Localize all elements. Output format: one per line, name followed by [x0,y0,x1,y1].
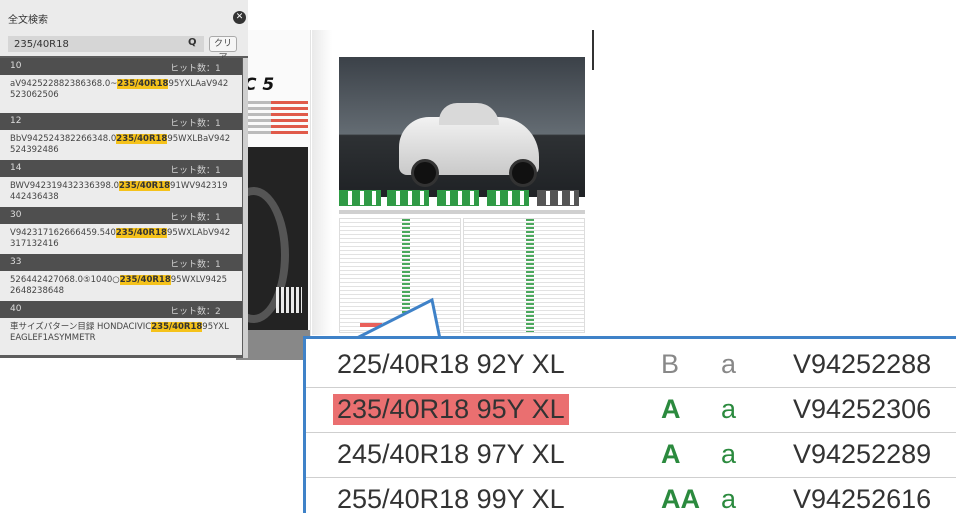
zoom-row: 225/40R18 92Y XL B a V94252288 [306,343,956,388]
result-page: 30 [10,210,22,220]
size-table-right [463,218,585,333]
result-item[interactable]: 10 ヒット数：1 aV942522882386368.0~235/40R189… [0,58,242,113]
tire-size: 255/40R18 99Y XL [337,484,565,513]
result-header: 10 ヒット数：1 [0,58,242,75]
result-header: 14 ヒット数：1 [0,160,242,177]
table-highlight [360,323,382,327]
tire-size: 245/40R18 97Y XL [337,439,565,469]
product-code: V94252288 [793,349,932,379]
result-page: 10 [10,61,22,71]
result-item[interactable]: 30 ヒット数：1 V942317162666459.540235/40R189… [0,207,242,254]
zoom-row: 255/40R18 99Y XL AA a V94252616 [306,478,956,513]
tire-size: 235/40R18 95Y XL [333,394,569,425]
result-snippet: aV942522882386368.0~235/40R1895YXLAaV942… [0,75,242,113]
result-snippet: 車サイズパターン目録 HONDACIVIC235/40R1895YXLEAGLE… [0,318,242,355]
caption-line [339,210,585,214]
car-photo [339,57,585,197]
zoom-row-highlighted: 235/40R18 95Y XL A a V94252306 [306,388,956,433]
label-badges [339,190,585,206]
wet-grip-grade: a [721,349,737,379]
result-header: 30 ヒット数：1 [0,207,242,224]
page-gutter [312,30,332,335]
zoom-callout: 225/40R18 92Y XL B a V94252288 235/40R18… [303,336,956,513]
result-snippet: BbV942524382266348.0235/40R1895WXLBaV942… [0,130,242,160]
qr-code-image [276,287,302,313]
result-snippet: V942317162666459.540235/40R1895WXLAbV942… [0,224,242,254]
match-highlight: 235/40R18 [117,79,169,89]
match-highlight: 235/40R18 [115,228,167,238]
result-item[interactable]: 14 ヒット数：1 BWV942319432336398.0235/40R189… [0,160,242,207]
rolling-resistance-grade: A [661,439,681,469]
result-page: 12 [10,116,22,126]
product-code: V94252616 [793,484,932,513]
result-item[interactable]: 33 ヒット数：1 526442427068.0⑤1040○235/40R189… [0,254,242,301]
catalog-right-page [332,30,594,335]
result-item[interactable]: 40 ヒット数：2 車サイズパターン目録 HONDACIVIC235/40R18… [0,301,242,355]
spec-lines [246,98,308,137]
full-text-search-panel: 全文検索 ✕ Q クリア 10 ヒット数：1 aV942522882386368… [0,0,248,358]
search-row: Q クリア [0,34,248,63]
result-header: 12 ヒット数：1 [0,113,242,130]
wet-grip-grade: a [721,439,737,469]
match-highlight: 235/40R18 [118,181,171,191]
size-table-left [339,218,461,333]
zoom-row: 245/40R18 97Y XL A a V94252289 [306,433,956,478]
result-snippet: 526442427068.0⑤1040○235/40R1895WXLV94252… [0,271,242,301]
results-scrollbar[interactable] [243,58,248,358]
result-hit-count: ヒット数：1 [170,213,221,223]
match-highlight: 235/40R18 [151,322,203,332]
result-item[interactable]: 12 ヒット数：1 BbV942524382266348.0235/40R189… [0,113,242,160]
result-header: 33 ヒット数：1 [0,254,242,271]
product-code: V94252289 [793,439,932,469]
result-page: 40 [10,304,22,314]
tire-photo-panel [218,147,308,332]
result-hit-count: ヒット数：1 [170,260,221,270]
rolling-resistance-grade: B [661,349,680,379]
wet-grip-grade: a [721,394,737,424]
result-hit-count: ヒット数：1 [170,119,221,129]
result-hit-count: ヒット数：1 [170,64,221,74]
tire-size: 225/40R18 92Y XL [337,349,565,379]
search-results-list: 10 ヒット数：1 aV942522882386368.0~235/40R189… [0,58,242,355]
result-header: 40 ヒット数：2 [0,301,242,318]
panel-title: 全文検索 [8,15,48,26]
model-label: C 5 [244,75,275,95]
panel-header: 全文検索 ✕ [0,0,248,34]
rolling-resistance-grade: AA [661,484,700,513]
match-highlight: 235/40R18 [119,275,171,285]
result-page: 33 [10,257,22,267]
search-icon[interactable]: Q [188,37,197,48]
result-page: 14 [10,163,22,173]
close-icon[interactable]: ✕ [233,11,246,24]
rolling-resistance-grade: A [661,394,681,424]
search-input[interactable] [8,36,204,52]
result-hit-count: ヒット数：1 [170,166,221,176]
result-hit-count: ヒット数：2 [170,307,221,317]
clear-button[interactable]: クリア [209,36,237,63]
product-code: V94252306 [793,394,932,424]
match-highlight: 235/40R18 [116,134,168,144]
result-snippet: BWV942319432336398.0235/40R1891WV9423194… [0,177,242,207]
wet-grip-grade: a [721,484,737,513]
